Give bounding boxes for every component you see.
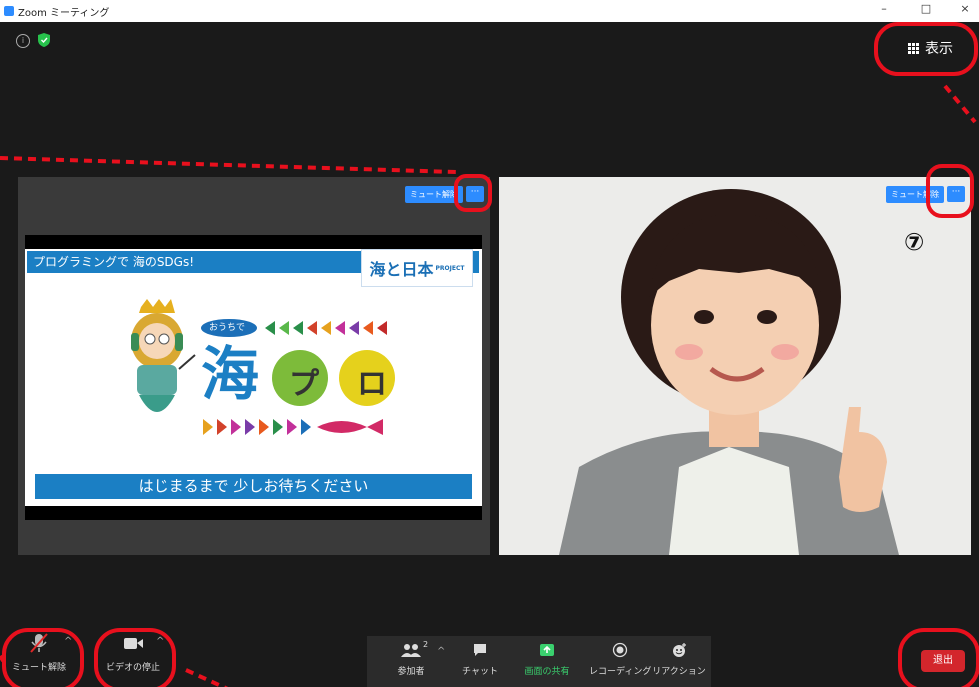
video-camera-icon — [124, 638, 143, 649]
encryption-shield-icon[interactable] — [38, 33, 50, 47]
slide-content: プログラミングで 海のSDGs! 海と日本 PROJECT おうちで 海 プロ … — [25, 249, 482, 506]
view-button[interactable]: 表示 — [904, 34, 974, 62]
tile-more-button[interactable]: ··· — [947, 186, 965, 202]
share-screen-label: 画面の共有 — [524, 667, 570, 677]
video-options-chevron[interactable]: ^ — [156, 636, 164, 647]
participants-count: 2 — [423, 640, 429, 649]
reaction-smiley-icon — [673, 643, 686, 657]
window-titlebar: Zoom ミーティング – □ × — [0, 0, 979, 22]
chat-bubble-icon — [474, 644, 486, 656]
colored-arrow-row-bottom — [203, 419, 383, 435]
pro-text: プロ — [289, 367, 425, 402]
ouchide-tag: おうちで — [209, 323, 246, 333]
video-label: ビデオの停止 — [105, 663, 160, 673]
record-button[interactable]: レコーディング — [589, 642, 651, 677]
participants-icon — [401, 644, 421, 657]
view-label: 表示 — [925, 41, 953, 57]
slide-bottom-banner: はじまるまで 少しお待ちください — [35, 474, 472, 499]
maximize-button[interactable]: □ — [914, 2, 938, 15]
chat-button[interactable]: チャット — [455, 642, 505, 677]
tile-unmute-button[interactable]: ミュート解除 — [886, 186, 944, 203]
umi-title: 海 — [201, 340, 260, 408]
logo-text: 海と日本 — [369, 260, 434, 279]
reaction-label: リアクション — [652, 667, 706, 677]
video-button[interactable]: ^ ビデオの停止 — [96, 632, 170, 673]
zoom-app-icon — [4, 6, 14, 16]
participants-options-chevron[interactable]: ^ — [437, 646, 445, 657]
gallery-grid-icon — [908, 42, 919, 54]
logo-sub-text: PROJECT — [435, 264, 465, 272]
record-label: レコーディング — [589, 667, 652, 677]
close-button[interactable]: × — [953, 2, 977, 15]
center-controls: 2 参加者 ^ チャット 画面の共有 レコーディング リアクション — [367, 636, 711, 687]
minimize-button[interactable]: – — [872, 2, 896, 15]
mermaid-character-illustration — [131, 299, 196, 412]
meeting-toolbar: ^ ミュート解除 ^ ビデオの停止 2 参加者 ^ チャット 画面の共有 レコー… — [0, 608, 979, 687]
share-screen-icon — [540, 644, 554, 656]
mute-options-chevron[interactable]: ^ — [64, 636, 72, 647]
participant-tile-video[interactable]: ミュート解除 ··· — [499, 177, 971, 555]
step-marker: ⑦ — [904, 228, 925, 256]
participant-video-image — [499, 177, 971, 555]
tile-unmute-button[interactable]: ミュート解除 — [405, 186, 463, 203]
umi-to-nihon-logo: 海と日本 PROJECT — [361, 249, 473, 287]
tile-more-button[interactable]: ··· — [466, 186, 484, 202]
reactions-button[interactable]: リアクション — [651, 642, 707, 677]
leave-meeting-button[interactable]: 退出 — [921, 650, 965, 672]
info-icon[interactable]: i — [16, 34, 30, 48]
mute-label: ミュート解除 — [11, 663, 66, 673]
participants-button[interactable]: 2 参加者 — [385, 640, 437, 677]
window-title: Zoom ミーティング — [18, 7, 110, 19]
record-icon — [612, 642, 628, 658]
participants-label: 参加者 — [397, 667, 425, 677]
chat-label: チャット — [462, 667, 498, 677]
meeting-area: i 表示 ミュート解除 ··· プログラミングで 海のSDGs! 海と日本 PR… — [0, 22, 979, 687]
participant-tile-slide[interactable]: ミュート解除 ··· プログラミングで 海のSDGs! 海と日本 PROJECT — [18, 177, 490, 555]
mute-button[interactable]: ^ ミュート解除 — [2, 632, 76, 673]
muted-mic-icon — [30, 633, 48, 653]
shared-slide: プログラミングで 海のSDGs! 海と日本 PROJECT おうちで 海 プロ … — [25, 235, 482, 520]
share-screen-button[interactable]: 画面の共有 — [515, 642, 579, 677]
